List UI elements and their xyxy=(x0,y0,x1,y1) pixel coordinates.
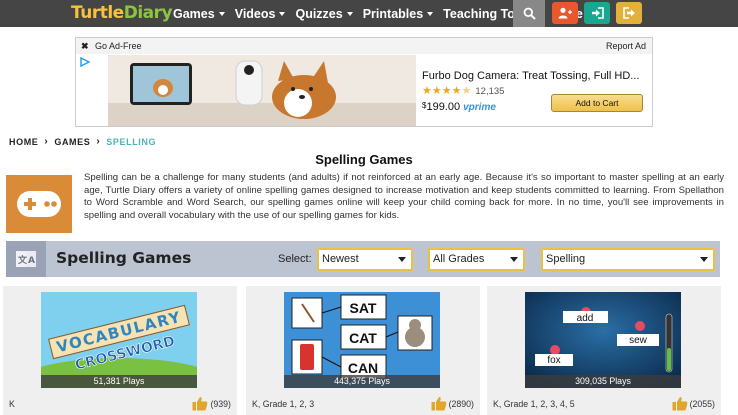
breadcrumb-home[interactable]: HOME xyxy=(9,137,38,147)
intro-paragraph: Spelling can be a challenge for many stu… xyxy=(84,172,724,221)
report-ad-link[interactable]: Report Ad xyxy=(606,41,646,51)
chevron-down-icon xyxy=(279,11,286,16)
spelling-category-icon: 文 A xyxy=(6,241,46,277)
word-picture-match-thumbnail: SAT CAT CAN xyxy=(284,292,440,388)
game-thumbnail[interactable]: add sew fox 309,035 Plays xyxy=(525,292,681,388)
play-count: 443,375 Plays xyxy=(284,375,440,388)
ad-review-count: 12,135 xyxy=(475,86,505,97)
chevron-down-icon xyxy=(427,11,434,16)
thumbs-up-icon xyxy=(192,397,208,411)
menu-item-quizzes[interactable]: Quizzes xyxy=(295,6,353,21)
thumbs-up-icon xyxy=(672,397,687,411)
thumb-word-cat: CAT xyxy=(349,330,377,346)
grade-dropdown[interactable]: All Grades xyxy=(428,248,525,271)
grade-value: All Grades xyxy=(433,253,485,265)
thumb-word-sew: sew xyxy=(629,335,648,346)
add-to-cart-button[interactable]: Add to Cart xyxy=(551,94,643,112)
menu-label: Games xyxy=(173,6,215,21)
game-thumbnail[interactable]: VOCABULARY CROSSWORD 51,381 Plays xyxy=(41,292,197,388)
menu-label: Quizzes xyxy=(295,6,343,21)
grade-levels: K, Grade 1, 2, 3 xyxy=(252,399,315,409)
svg-text:A: A xyxy=(28,256,35,266)
price-value: 199.00 xyxy=(426,101,461,113)
likes[interactable]: (2055) xyxy=(672,396,715,411)
menu-item-games[interactable]: Games xyxy=(173,7,225,21)
top-navigation-bar: TurtleDiary Games Videos Quizzes Printab… xyxy=(0,0,738,27)
play-count: 309,035 Plays xyxy=(525,375,681,388)
ad-product-image[interactable] xyxy=(108,55,416,126)
sign-in-icon xyxy=(591,7,604,19)
category-value: Spelling xyxy=(546,253,586,265)
filter-bar: 文 A Spelling Games Select: Newest All Gr… xyxy=(6,241,720,277)
sort-value: Newest xyxy=(322,253,359,265)
section-title: Spelling Games xyxy=(56,249,192,267)
word-eyes-thumbnail: add sew fox xyxy=(525,292,681,388)
chevron-right-icon: › xyxy=(44,136,49,147)
ad-top-bar: ✖ Go Ad-Free Report Ad xyxy=(76,38,652,54)
logo-part-1: Turtle xyxy=(71,3,124,23)
breadcrumb-current: SPELLING xyxy=(106,136,157,147)
select-label: Select: xyxy=(278,253,312,265)
prime-logo: vprime xyxy=(463,102,496,113)
menu-item-videos[interactable]: Videos xyxy=(235,7,286,21)
game-card[interactable]: SAT CAT CAN 443,375 Plays K, Grade 1, 2,… xyxy=(246,286,480,415)
menu-item-printables[interactable]: Printables xyxy=(362,6,434,21)
close-icon[interactable]: ✖ xyxy=(81,41,89,52)
grade-levels: K xyxy=(9,399,15,409)
thumb-word-add: add xyxy=(577,313,594,324)
game-card[interactable]: VOCABULARY CROSSWORD 51,381 Plays K (939… xyxy=(3,286,237,415)
advertisement[interactable]: ✖ Go Ad-Free Report Ad Furbo Dog Camera:… xyxy=(75,37,653,127)
thumb-word-sat: SAT xyxy=(350,300,377,316)
thumb-word-fox: fox xyxy=(547,355,560,366)
star-icon: ★ xyxy=(441,85,452,97)
star-icon: ★ xyxy=(422,85,432,97)
grade-levels: K, Grade 1, 2, 3, 4, 5 xyxy=(493,399,575,409)
page-title: Spelling Games xyxy=(315,152,413,167)
ad-rating: ★ ★ ★ ★ ★ 12,135 xyxy=(422,85,505,98)
logout-button[interactable] xyxy=(616,2,642,24)
sign-out-icon xyxy=(622,7,635,19)
ad-product-title[interactable]: Furbo Dog Camera: Treat Tossing, Full HD… xyxy=(422,70,639,82)
go-ad-free-link[interactable]: Go Ad-Free xyxy=(95,41,142,51)
turtle-diary-logo[interactable]: TurtleDiary xyxy=(71,2,173,24)
likes[interactable]: (2890) xyxy=(431,396,474,411)
thumbs-up-icon xyxy=(431,397,446,411)
breadcrumb-games[interactable]: GAMES xyxy=(54,137,90,147)
ad-price: $ 199.00 vprime xyxy=(422,101,496,113)
dropdown-arrow-icon xyxy=(700,257,708,262)
star-icon: ★ xyxy=(431,85,442,97)
add-user-icon xyxy=(558,7,572,19)
likes-count: (2890) xyxy=(448,398,474,409)
thumb-word-can: CAN xyxy=(348,360,378,376)
likes[interactable]: (939) xyxy=(192,396,231,411)
menu-label: Videos xyxy=(234,6,276,21)
game-thumbnail[interactable]: SAT CAT CAN 443,375 Plays xyxy=(284,292,440,388)
likes-count: (2055) xyxy=(689,398,715,409)
dog-camera-illustration xyxy=(108,55,416,126)
search-button[interactable] xyxy=(513,0,545,27)
logo-part-2: Diary xyxy=(123,3,173,23)
chevron-right-icon: › xyxy=(96,136,101,147)
menu-label: Printables xyxy=(362,6,424,21)
breadcrumb: HOME › GAMES › SPELLING xyxy=(9,136,156,147)
chevron-down-icon xyxy=(218,11,225,16)
dropdown-arrow-icon xyxy=(398,257,406,262)
signup-button[interactable] xyxy=(552,2,578,24)
sort-dropdown[interactable]: Newest xyxy=(317,248,413,271)
half-star-icon: ★ xyxy=(461,85,472,97)
play-count: 51,381 Plays xyxy=(41,375,197,388)
search-icon xyxy=(523,7,536,20)
vocabulary-crossword-thumbnail: VOCABULARY CROSSWORD xyxy=(41,292,197,388)
chevron-down-icon xyxy=(346,11,353,16)
svg-text:文: 文 xyxy=(17,254,28,266)
category-dropdown[interactable]: Spelling xyxy=(541,248,715,271)
login-button[interactable] xyxy=(584,2,610,24)
game-controller-icon xyxy=(6,175,72,233)
star-icon: ★ xyxy=(451,85,462,97)
dropdown-arrow-icon xyxy=(510,257,518,262)
ad-choices-icon[interactable] xyxy=(80,57,90,67)
likes-count: (939) xyxy=(210,398,231,409)
game-card[interactable]: add sew fox 309,035 Plays K, Grade 1, 2,… xyxy=(487,286,721,415)
